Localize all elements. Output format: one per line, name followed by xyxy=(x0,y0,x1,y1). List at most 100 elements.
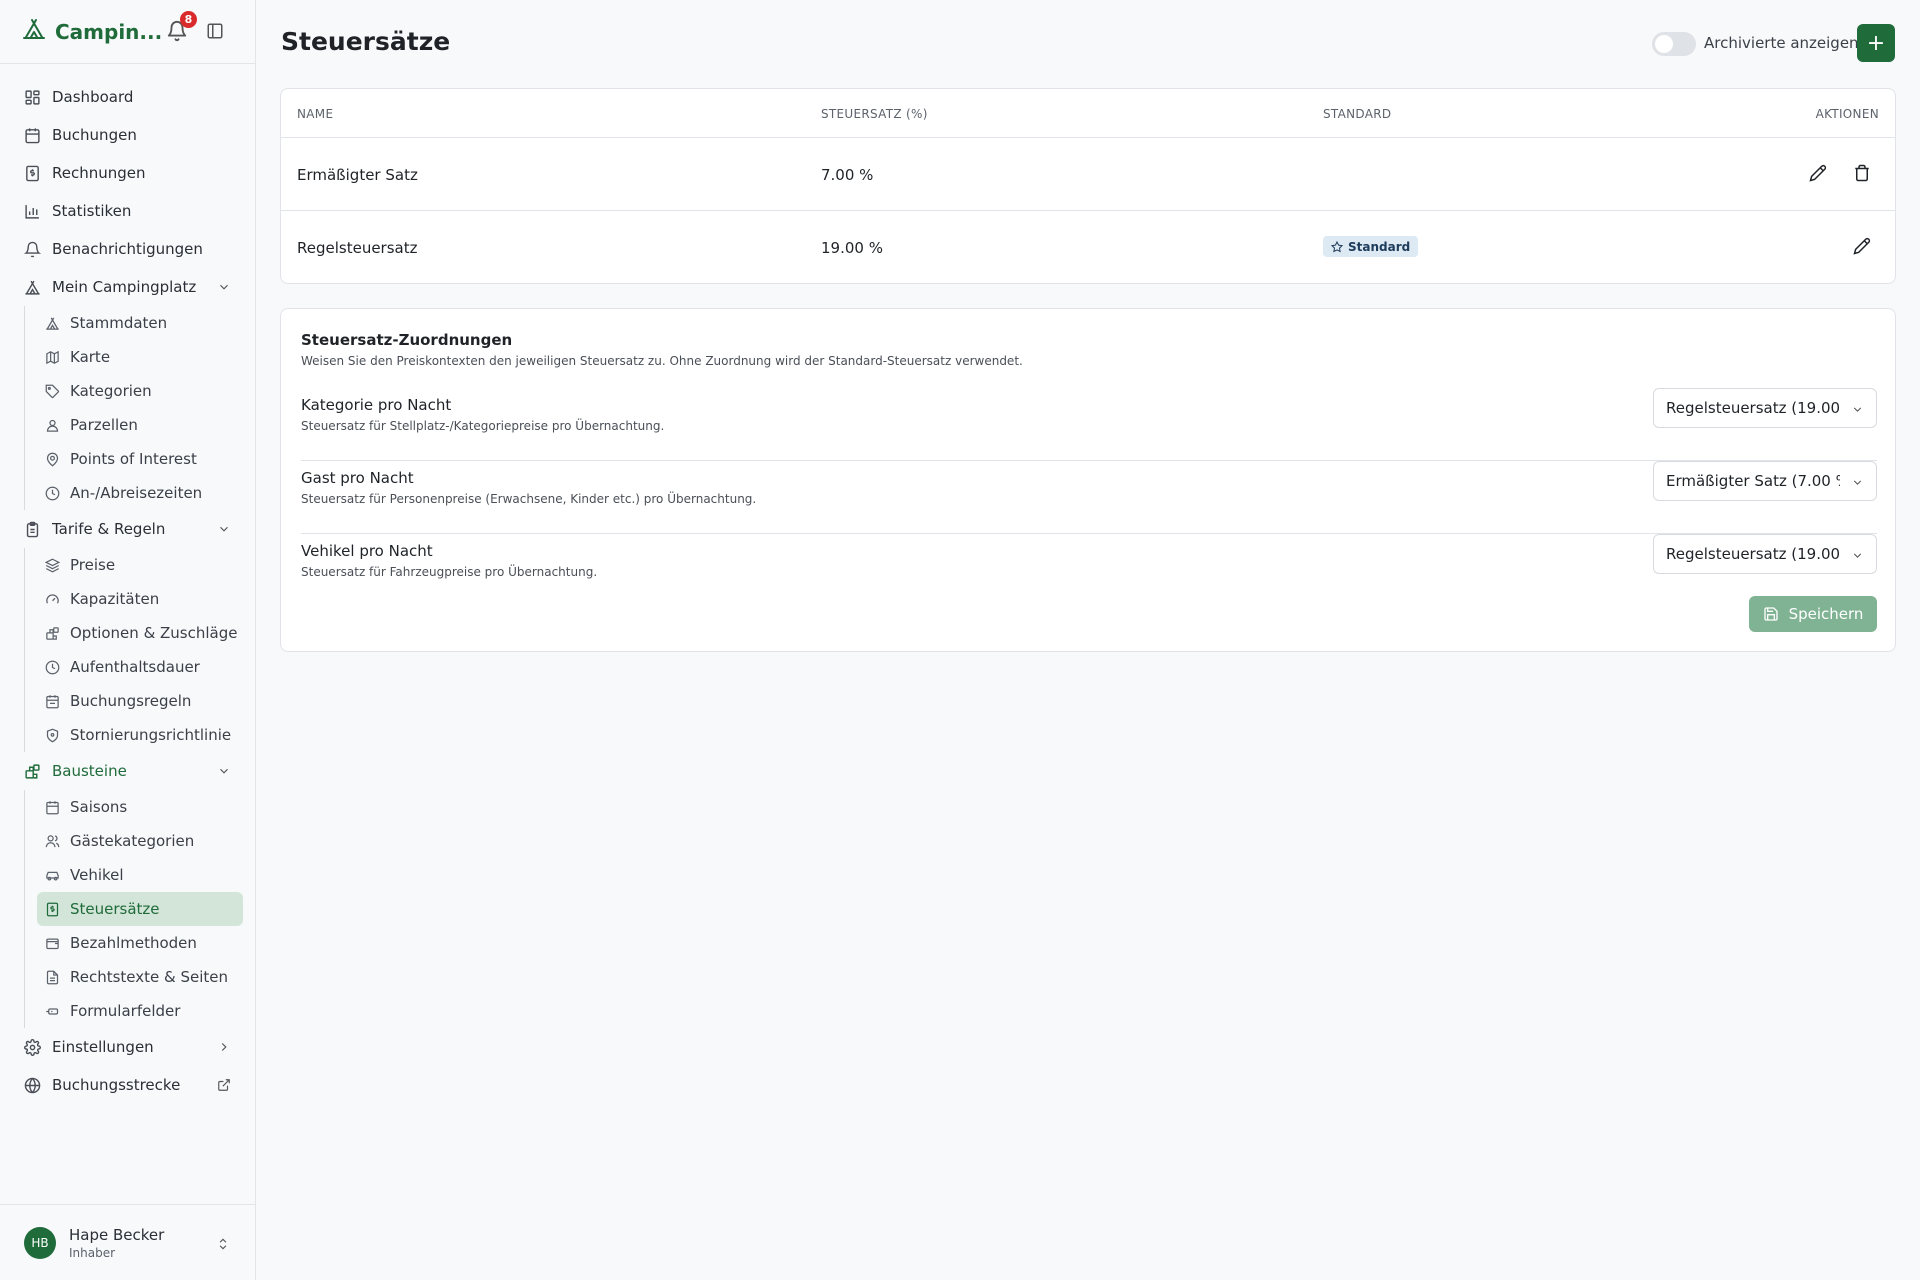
user-menu[interactable]: HB Hape Becker Inhaber xyxy=(0,1204,256,1280)
sidebar-item-optionen[interactable]: Optionen & Zuschläge xyxy=(37,616,243,650)
chevron-down-icon xyxy=(1851,475,1864,488)
bausteine-submenu: Saisons Gästekategorien Vehikel Steuersä… xyxy=(24,790,255,1028)
standard-badge-label: Standard xyxy=(1348,239,1411,254)
page-title: Steuersätze xyxy=(281,27,451,56)
sidebar-item-label: Optionen & Zuschläge xyxy=(70,624,238,642)
brand-logo[interactable]: Campin... xyxy=(22,17,162,46)
save-label: Speichern xyxy=(1788,605,1864,623)
nav-einstellungen[interactable]: Einstellungen xyxy=(0,1028,255,1066)
sidebar-item-bezahlmethoden[interactable]: Bezahlmethoden xyxy=(37,926,243,960)
pencil-icon[interactable] xyxy=(1809,164,1827,182)
mapping-sublabel: Steuersatz für Fahrzeugpreise pro Überna… xyxy=(301,565,598,579)
tag-icon xyxy=(45,384,60,399)
tarife-submenu: Preise Kapazitäten Optionen & Zuschläge … xyxy=(24,548,255,752)
chevron-down-icon xyxy=(217,764,231,778)
mein-campingplatz-submenu: Stammdaten Karte Kategorien Parzellen Po… xyxy=(24,306,255,510)
sidebar-item-label: Stornierungsrichtlinie xyxy=(70,726,232,744)
nav-bausteine[interactable]: Bausteine xyxy=(0,752,255,790)
nav-rechnungen[interactable]: Rechnungen xyxy=(0,154,255,192)
sidebar-toggle-icon[interactable] xyxy=(206,22,224,40)
sidebar-item-gaestekategorien[interactable]: Gästekategorien xyxy=(37,824,243,858)
sidebar-item-vehikel[interactable]: Vehikel xyxy=(37,858,243,892)
sidebar-item-karte[interactable]: Karte xyxy=(37,340,243,374)
mapping-row: Kategorie pro Nacht Steuersatz für Stell… xyxy=(301,388,1877,461)
nav-dashboard[interactable]: Dashboard xyxy=(0,78,255,116)
tent-icon xyxy=(45,316,60,331)
chevron-down-icon xyxy=(217,522,231,536)
sidebar-item-label: Buchungsregeln xyxy=(70,692,192,710)
sidebar-item-steuersaetze[interactable]: Steuersätze xyxy=(37,892,243,926)
clipboard-icon xyxy=(24,521,41,538)
nav-mein-campingplatz[interactable]: Mein Campingplatz xyxy=(0,268,255,306)
map-icon xyxy=(45,350,60,365)
calendar-icon xyxy=(45,694,60,709)
sidebar-item-label: Saisons xyxy=(70,798,128,816)
file-text-icon xyxy=(45,970,60,985)
tent-icon xyxy=(24,279,41,296)
sidebar-item-label: Kategorien xyxy=(70,382,152,400)
nav-benachrichtigungen[interactable]: Benachrichtigungen xyxy=(0,230,255,268)
sidebar-item-kategorien[interactable]: Kategorien xyxy=(37,374,243,408)
sidebar-item-points-of-interest[interactable]: Points of Interest xyxy=(37,442,243,476)
sidebar-item-label: Steuersätze xyxy=(70,900,160,918)
sidebar-item-stornierungsrichtlinie[interactable]: Stornierungsrichtlinie xyxy=(37,718,243,752)
form-input-icon xyxy=(45,1004,60,1019)
select-value: Regelsteuersatz (19.00 %) xyxy=(1666,545,1840,563)
chevron-right-icon xyxy=(217,1040,231,1054)
sidebar-item-kapazitaeten[interactable]: Kapazitäten xyxy=(37,582,243,616)
nav-label: Statistiken xyxy=(52,202,132,220)
sidebar-item-label: Points of Interest xyxy=(70,450,197,468)
brand-name: Campin... xyxy=(55,19,163,44)
tax-rate-select[interactable]: Ermäßigter Satz (7.00 %) xyxy=(1653,461,1877,501)
chevron-down-icon xyxy=(1851,548,1864,561)
sidebar: Campin... 8 Dashboard Buchungen Rechnung… xyxy=(0,0,256,1280)
sidebar-item-label: Aufenthaltsdauer xyxy=(70,658,200,676)
mapping-label: Gast pro Nacht xyxy=(301,469,414,487)
sidebar-item-an-abreisezeiten[interactable]: An-/Abreisezeiten xyxy=(37,476,243,510)
sidebar-item-saisons[interactable]: Saisons xyxy=(37,790,243,824)
nav-buchungsstrecke[interactable]: Buchungsstrecke xyxy=(0,1066,255,1104)
sidebar-item-formularfelder[interactable]: Formularfelder xyxy=(37,994,243,1028)
sidebar-item-parzellen[interactable]: Parzellen xyxy=(37,408,243,442)
sidebar-item-label: Rechtstexte & Seiten xyxy=(70,968,229,986)
table-header: NAME STEUERSATZ (%) STANDARD AKTIONEN xyxy=(281,89,1895,138)
archived-label: Archivierte anzeigen xyxy=(1704,34,1859,52)
receipt-icon xyxy=(24,165,41,182)
gear-icon xyxy=(24,1038,41,1056)
globe-icon xyxy=(24,1077,41,1094)
mapping-sublabel: Steuersatz für Stellplatz-/Kategorieprei… xyxy=(301,419,665,433)
car-icon xyxy=(45,868,60,883)
table-row: Regelsteuersatz 19.00 % Standard xyxy=(281,211,1895,284)
trash-icon[interactable] xyxy=(1853,164,1871,182)
tax-rate-select[interactable]: Regelsteuersatz (19.00 %) xyxy=(1653,388,1877,428)
mapping-title: Steuersatz-Zuordnungen xyxy=(301,331,513,349)
sidebar-item-rechtstexte[interactable]: Rechtstexte & Seiten xyxy=(37,960,243,994)
nav-statistiken[interactable]: Statistiken xyxy=(0,192,255,230)
sidebar-item-buchungsregeln[interactable]: Buchungsregeln xyxy=(37,684,243,718)
nav-buchungen[interactable]: Buchungen xyxy=(0,116,255,154)
sidebar-item-aufenthaltsdauer[interactable]: Aufenthaltsdauer xyxy=(37,650,243,684)
nav-label: Mein Campingplatz xyxy=(52,278,197,296)
external-link-icon xyxy=(217,1078,231,1092)
column-header-name: NAME xyxy=(297,107,334,121)
sidebar-item-label: Formularfelder xyxy=(70,1002,181,1020)
save-button[interactable]: Speichern xyxy=(1749,596,1877,632)
users-icon xyxy=(45,834,60,849)
sidebar-item-label: Gästekategorien xyxy=(70,832,195,850)
mapping-row: Vehikel pro Nacht Steuersatz für Fahrzeu… xyxy=(301,534,1877,607)
pencil-icon[interactable] xyxy=(1853,237,1871,255)
map-pin-icon xyxy=(45,452,60,467)
nav-label: Benachrichtigungen xyxy=(52,240,203,258)
shield-icon xyxy=(45,728,60,743)
tax-rate-select[interactable]: Regelsteuersatz (19.00 %) xyxy=(1653,534,1877,574)
archived-toggle[interactable] xyxy=(1652,32,1696,56)
mapping-label: Vehikel pro Nacht xyxy=(301,542,433,560)
tent-icon xyxy=(22,17,46,46)
column-header-standard: STANDARD xyxy=(1323,107,1392,121)
sidebar-item-label: Vehikel xyxy=(70,866,124,884)
sidebar-item-preise[interactable]: Preise xyxy=(37,548,243,582)
sidebar-item-stammdaten[interactable]: Stammdaten xyxy=(37,306,243,340)
nav-tarife-regeln[interactable]: Tarife & Regeln xyxy=(0,510,255,548)
clock-icon xyxy=(45,660,60,675)
add-tax-rate-button[interactable]: + xyxy=(1857,24,1895,62)
